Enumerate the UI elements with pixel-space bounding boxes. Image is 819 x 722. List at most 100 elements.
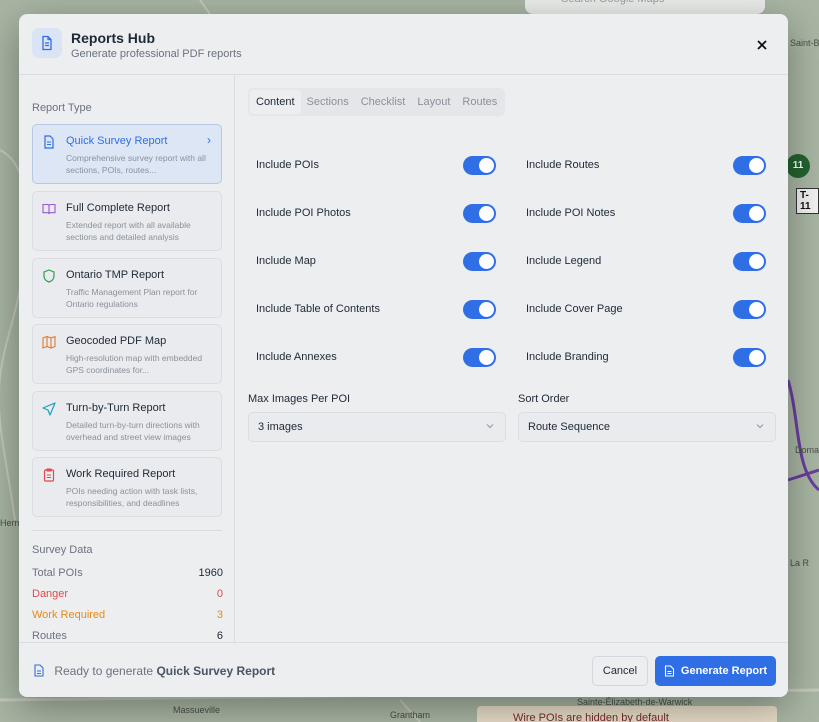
toggle-label: Include POIs — [256, 159, 319, 171]
select-value: 3 images — [258, 421, 303, 433]
toggle-knob — [749, 206, 764, 221]
tab-routes[interactable]: Routes — [456, 90, 503, 114]
cancel-button[interactable]: Cancel — [592, 656, 648, 686]
toggle-row-include-poi-photos: Include POI Photos — [256, 202, 496, 226]
report-card-ontario-tmp[interactable]: Ontario TMP Report Traffic Management Pl… — [32, 258, 222, 318]
include-pois-toggle[interactable] — [463, 156, 496, 175]
generate-report-label: Generate Report — [680, 665, 768, 677]
toggle-knob — [749, 302, 764, 317]
stat-danger: Danger 0 — [32, 588, 223, 604]
generate-report-button[interactable]: Generate Report — [655, 656, 776, 686]
toggle-row-include-annexes: Include Annexes — [256, 346, 496, 370]
toggle-row-include-cover-page: Include Cover Page — [526, 298, 766, 322]
report-card-description: Traffic Management Plan report for Ontar… — [66, 287, 198, 309]
shield-icon — [43, 269, 55, 283]
include-routes-toggle[interactable] — [733, 156, 766, 175]
map-place-label: Domaine — [795, 445, 819, 455]
toggle-knob — [479, 158, 494, 173]
toggle-knob — [749, 254, 764, 269]
status-prefix: Ready to generate — [54, 664, 154, 678]
map-icon — [42, 335, 56, 349]
report-card-description: POIs needing action with task lists, res… — [66, 486, 198, 508]
include-cover-page-toggle[interactable] — [733, 300, 766, 319]
toggle-knob — [479, 254, 494, 269]
toggle-label: Include Annexes — [256, 351, 337, 363]
report-card-quick-survey[interactable]: Quick Survey Report Comprehensive survey… — [32, 124, 222, 184]
page-title: Reports Hub — [71, 30, 155, 46]
map-place-label: Massueville — [173, 705, 221, 715]
report-card-description: Detailed turn-by-turn directions with ov… — [66, 420, 200, 442]
document-icon — [664, 665, 674, 677]
toggle-row-include-toc: Include Table of Contents — [256, 298, 496, 322]
report-card-turn-by-turn[interactable]: Turn-by-Turn Report Detailed turn-by-tur… — [32, 391, 222, 451]
select-value: Route Sequence — [528, 421, 610, 433]
toggle-knob — [479, 206, 494, 221]
document-icon — [32, 28, 62, 58]
include-annexes-toggle[interactable] — [463, 348, 496, 367]
include-map-toggle[interactable] — [463, 252, 496, 271]
close-button[interactable] — [750, 33, 774, 57]
document-icon — [34, 664, 44, 677]
max-images-select[interactable]: 3 images — [248, 412, 506, 442]
include-poi-photos-toggle[interactable] — [463, 204, 496, 223]
toggle-row-include-map: Include Map — [256, 250, 496, 274]
chevron-down-icon — [486, 424, 494, 429]
toggle-label: Include POI Notes — [526, 207, 616, 219]
toggle-knob — [479, 302, 494, 317]
chevron-down-icon — [756, 424, 764, 429]
toggle-row-include-routes: Include Routes — [526, 154, 766, 178]
stat-value: 6 — [216, 630, 223, 642]
toggle-label: Include Branding — [526, 351, 609, 363]
toggle-label: Include POI Photos — [256, 207, 351, 219]
include-branding-toggle[interactable] — [733, 348, 766, 367]
sort-order-select[interactable]: Route Sequence — [518, 412, 776, 442]
include-toc-toggle[interactable] — [463, 300, 496, 319]
toggle-row-include-legend: Include Legend — [526, 250, 766, 274]
tab-layout[interactable]: Layout — [411, 90, 456, 114]
report-card-geocoded-map[interactable]: Geocoded PDF Map High-resolution map wit… — [32, 324, 222, 384]
sidebar-divider — [32, 530, 222, 531]
stat-value: 1960 — [198, 567, 223, 579]
toggle-label: Include Cover Page — [526, 303, 623, 315]
close-icon — [757, 40, 767, 50]
poi-cluster-marker[interactable]: 11 — [786, 154, 810, 178]
map-search-input[interactable]: Search Google Maps — [525, 0, 765, 14]
report-card-title: Turn-by-Turn Report — [66, 402, 166, 414]
toggle-knob — [749, 350, 764, 365]
report-card-description: High-resolution map with embedded GPS co… — [66, 353, 203, 375]
report-card-title: Quick Survey Report — [66, 135, 168, 147]
report-card-full-complete[interactable]: Full Complete Report Extended report wit… — [32, 191, 222, 251]
include-legend-toggle[interactable] — [733, 252, 766, 271]
footer-status: Ready to generate Quick Survey Report — [33, 664, 275, 678]
stat-value: 3 — [216, 609, 223, 621]
toggle-label: Include Map — [256, 255, 316, 267]
toggle-row-include-pois: Include POIs — [256, 154, 496, 178]
clipboard-icon — [43, 468, 55, 482]
chevron-right-icon: › — [207, 133, 211, 147]
stat-value: 0 — [216, 588, 223, 600]
tab-sections[interactable]: Sections — [301, 90, 355, 114]
tab-content[interactable]: Content — [250, 90, 301, 114]
report-card-description: Comprehensive survey report with all sec… — [66, 153, 206, 175]
page-subtitle: Generate professional PDF reports — [71, 48, 242, 60]
reports-hub-modal: Reports Hub Generate professional PDF re… — [19, 14, 788, 697]
stat-label: Total POIs — [32, 567, 83, 579]
include-poi-notes-toggle[interactable] — [733, 204, 766, 223]
report-options-panel: Content Sections Checklist Layout Routes… — [236, 75, 788, 642]
tab-checklist[interactable]: Checklist — [355, 90, 412, 114]
status-report-name: Quick Survey Report — [156, 664, 276, 678]
toggle-row-include-poi-notes: Include POI Notes — [526, 202, 766, 226]
options-tabs: Content Sections Checklist Layout Routes — [248, 88, 506, 116]
stat-work-required: Work Required 3 — [32, 609, 223, 625]
stat-label: Danger — [32, 588, 69, 600]
stat-label: Routes — [32, 630, 67, 642]
sort-order-label: Sort Order — [518, 393, 570, 405]
report-card-work-required[interactable]: Work Required Report POIs needing action… — [32, 457, 222, 517]
toggle-knob — [479, 350, 494, 365]
navigation-icon — [42, 402, 56, 416]
modal-header: Reports Hub Generate professional PDF re… — [19, 14, 788, 75]
report-card-title: Full Complete Report — [66, 202, 170, 214]
toggle-knob — [749, 158, 764, 173]
highway-tag: T-11 — [796, 188, 819, 214]
toggle-label: Include Routes — [526, 159, 600, 171]
